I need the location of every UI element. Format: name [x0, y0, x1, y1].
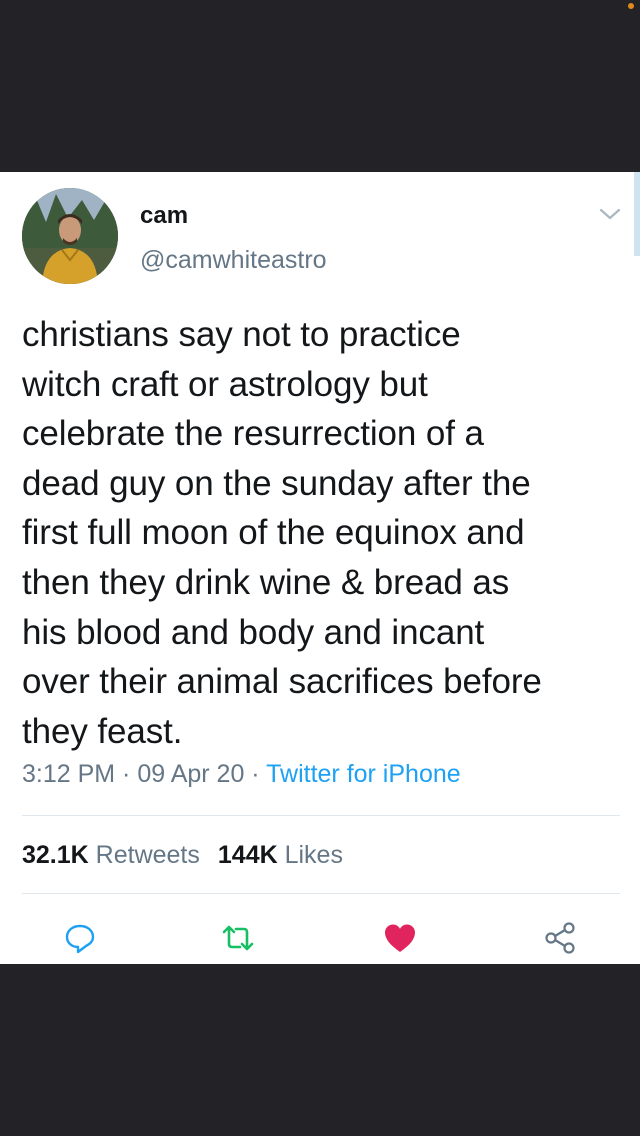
meta-separator: · [244, 760, 267, 788]
display-name[interactable]: cam [140, 202, 188, 230]
likes-stat[interactable]: 144K Likes [218, 841, 343, 869]
retweet-button[interactable] [218, 918, 258, 958]
likes-label: Likes [277, 841, 343, 869]
divider [22, 893, 620, 894]
user-handle[interactable]: @camwhiteastro [140, 246, 327, 275]
likes-count: 144K [217, 841, 278, 869]
tweet-source-link[interactable]: Twitter for iPhone [266, 760, 461, 788]
share-icon [545, 922, 575, 954]
scrollbar[interactable] [634, 172, 640, 256]
tweet-card[interactable]: cam @camwhiteastro christians say not to… [0, 172, 640, 964]
notification-dot-icon [628, 3, 634, 9]
avatar-photo [22, 188, 118, 284]
heart-icon [385, 924, 415, 952]
screen: cam @camwhiteastro christians say not to… [0, 0, 640, 1136]
like-button[interactable] [380, 918, 420, 958]
retweet-icon [222, 925, 254, 951]
tweet-text: christians say not to practice witch cra… [22, 315, 542, 751]
avatar[interactable] [22, 188, 118, 284]
tweet-time: 3:12 PM [22, 760, 116, 788]
retweets-label: Retweets [88, 841, 200, 869]
tweet-metadata: 3:12 PM · 09 Apr 20 · Twitter for iPhone [22, 760, 461, 789]
tweet-date: 09 Apr 20 [137, 760, 245, 788]
reply-icon [65, 924, 95, 954]
meta-separator: · [115, 760, 138, 788]
reply-button[interactable] [60, 918, 100, 958]
chevron-down-icon[interactable] [598, 206, 622, 222]
retweets-count: 32.1K [22, 841, 89, 869]
divider [22, 815, 620, 816]
share-button[interactable] [540, 918, 580, 958]
retweets-stat[interactable]: 32.1K Retweets [22, 841, 200, 869]
tweet-stats: 32.1K Retweets 144K Likes [22, 841, 343, 870]
